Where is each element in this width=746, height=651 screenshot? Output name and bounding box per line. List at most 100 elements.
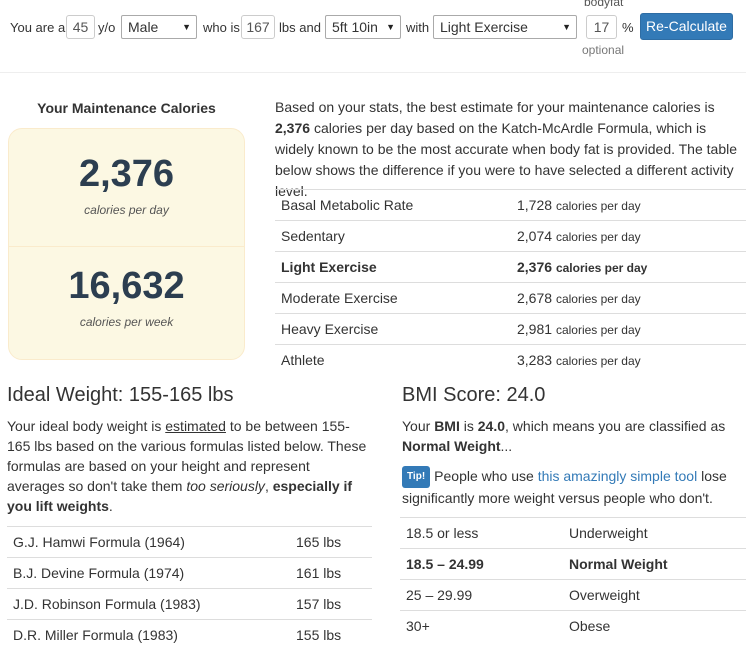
- gender-select-value: Male: [128, 19, 159, 35]
- ideal-period: .: [108, 498, 113, 514]
- activity-label: Moderate Exercise: [281, 290, 398, 306]
- table-row-selected: Light Exercise 2,376 calories per day: [275, 251, 746, 282]
- activity-unit: calories per day: [555, 230, 641, 244]
- activity-value: 3,283: [517, 352, 553, 368]
- bmi-text-3: , which means you are classified as: [505, 418, 726, 434]
- activity-label: Light Exercise: [281, 259, 377, 275]
- table-row: Basal Metabolic Rate 1,728 calories per …: [275, 189, 746, 220]
- bmi-classification: Normal Weight: [402, 438, 501, 454]
- activity-unit: calories per day: [555, 292, 641, 306]
- chevron-down-icon: ▼: [182, 22, 191, 32]
- optional-label: optional: [582, 43, 625, 57]
- table-row: 18.5 or less Underweight: [400, 517, 746, 548]
- table-row: Athlete 3,283 calories per day: [275, 344, 746, 375]
- maintenance-title: Your Maintenance Calories: [37, 100, 216, 116]
- activity-unit: calories per day: [555, 323, 641, 337]
- formula-value: 161 lbs: [296, 565, 342, 581]
- bmi-abbrev: BMI: [434, 418, 460, 434]
- bmi-paragraph: Your BMI is 24.0, which means you are cl…: [402, 416, 742, 456]
- bmi-text-2: is: [463, 418, 474, 434]
- bmi-category: Normal Weight: [569, 556, 668, 572]
- formula-name: D.R. Miller Formula (1983): [13, 627, 178, 643]
- activity-label: Athlete: [281, 352, 325, 368]
- calculator-form: You are a 45 y/o Male ▼ who is 167 lbs a…: [0, 0, 746, 72]
- table-row: G.J. Hamwi Formula (1964) 165 lbs: [7, 526, 372, 557]
- bodyfat-input[interactable]: 17: [586, 15, 617, 39]
- activity-value: 2,376: [517, 259, 553, 275]
- table-row: Heavy Exercise 2,981 calories per day: [275, 313, 746, 344]
- tip-badge: Tip!: [402, 466, 431, 488]
- bmi-text-1: Your: [402, 418, 431, 434]
- bmi-category: Obese: [569, 618, 611, 634]
- weight-input[interactable]: 167: [241, 15, 275, 39]
- table-row: B.J. Devine Formula (1974) 161 lbs: [7, 557, 372, 588]
- form-divider: [0, 72, 746, 73]
- ideal-text-1: Your ideal body weight is: [7, 418, 162, 434]
- recalculate-button[interactable]: Re-Calculate: [640, 13, 733, 40]
- bmi-heading: BMI Score: 24.0: [402, 384, 546, 406]
- height-select-value: 5ft 10in: [332, 19, 378, 35]
- bmi-category: Underweight: [569, 525, 648, 541]
- who-is-label: who is: [203, 20, 240, 35]
- simple-tool-link[interactable]: this amazingly simple tool: [538, 468, 698, 484]
- table-row: 25 – 29.99 Overweight: [400, 579, 746, 610]
- bmi-value: 24.0: [477, 418, 506, 434]
- table-row: 30+ Obese: [400, 610, 746, 641]
- table-row-selected: 18.5 – 24.99 Normal Weight: [400, 548, 746, 579]
- estimated-link[interactable]: estimated: [165, 418, 226, 434]
- activity-select[interactable]: Light Exercise ▼: [433, 15, 577, 39]
- activity-label: Heavy Exercise: [281, 321, 379, 337]
- formula-value: 165 lbs: [296, 534, 342, 550]
- bodyfat-label: bodyfat: [584, 0, 624, 9]
- activity-select-value: Light Exercise: [440, 19, 528, 35]
- maintenance-card: 2,376 calories per day 16,632 calories p…: [8, 128, 245, 360]
- chevron-down-icon: ▼: [562, 22, 571, 32]
- bmi-range: 25 – 29.99: [406, 587, 473, 603]
- activity-label: Sedentary: [281, 228, 345, 244]
- gender-select[interactable]: Male ▼: [121, 15, 197, 39]
- yo-label: y/o: [98, 20, 116, 35]
- formula-value: 155 lbs: [296, 627, 342, 643]
- bmi-range: 30+: [406, 618, 430, 634]
- activity-value: 2,981: [517, 321, 553, 337]
- age-input[interactable]: 45: [66, 15, 95, 39]
- calories-per-day-value: 2,376: [78, 153, 175, 195]
- chevron-down-icon: ▼: [386, 22, 395, 32]
- intro-text-1: Based on your stats, the best estimate f…: [275, 99, 715, 115]
- bmi-category: Overweight: [569, 587, 640, 603]
- table-row: D.R. Miller Formula (1983) 155 lbs: [7, 619, 372, 650]
- ideal-comma: ,: [264, 478, 269, 494]
- activity-value: 2,074: [517, 228, 553, 244]
- formula-name: G.J. Hamwi Formula (1964): [13, 534, 185, 550]
- activity-unit: calories per day: [555, 199, 641, 213]
- intro-bold-value: 2,376: [275, 120, 311, 136]
- ideal-weight-heading: Ideal Weight: 155-165 lbs: [7, 384, 234, 406]
- with-label: with: [406, 20, 430, 35]
- you-are-a-label: You are a: [10, 20, 66, 35]
- tip-paragraph: Tip! People who use this amazingly simple…: [402, 466, 742, 508]
- calories-per-week-label: calories per week: [79, 315, 174, 329]
- ideal-weight-paragraph: Your ideal body weight is estimated to b…: [7, 416, 371, 516]
- table-row: Sedentary 2,074 calories per day: [275, 220, 746, 251]
- activity-unit: calories per day: [555, 354, 641, 368]
- calories-per-day-label: calories per day: [84, 203, 169, 217]
- activity-label: Basal Metabolic Rate: [281, 197, 414, 213]
- bmi-range: 18.5 – 24.99: [406, 556, 484, 572]
- card-divider: [9, 246, 244, 247]
- table-row: Moderate Exercise 2,678 calories per day: [275, 282, 746, 313]
- formula-name: B.J. Devine Formula (1974): [13, 565, 185, 581]
- lbs-and-label: lbs and: [279, 20, 321, 35]
- bmi-ellipsis: ...: [500, 438, 513, 454]
- percent-label: %: [622, 20, 634, 35]
- intro-paragraph: Based on your stats, the best estimate f…: [275, 97, 745, 202]
- height-select[interactable]: 5ft 10in ▼: [325, 15, 401, 39]
- formula-value: 157 lbs: [296, 596, 342, 612]
- ideal-italic: too seriously: [186, 478, 265, 494]
- activity-value: 1,728: [517, 197, 553, 213]
- activity-value: 2,678: [517, 290, 553, 306]
- bmi-range: 18.5 or less: [406, 525, 479, 541]
- formula-name: J.D. Robinson Formula (1983): [13, 596, 201, 612]
- calories-per-week-value: 16,632: [68, 265, 185, 307]
- tip-text-1: People who use: [434, 468, 534, 484]
- table-row: J.D. Robinson Formula (1983) 157 lbs: [7, 588, 372, 619]
